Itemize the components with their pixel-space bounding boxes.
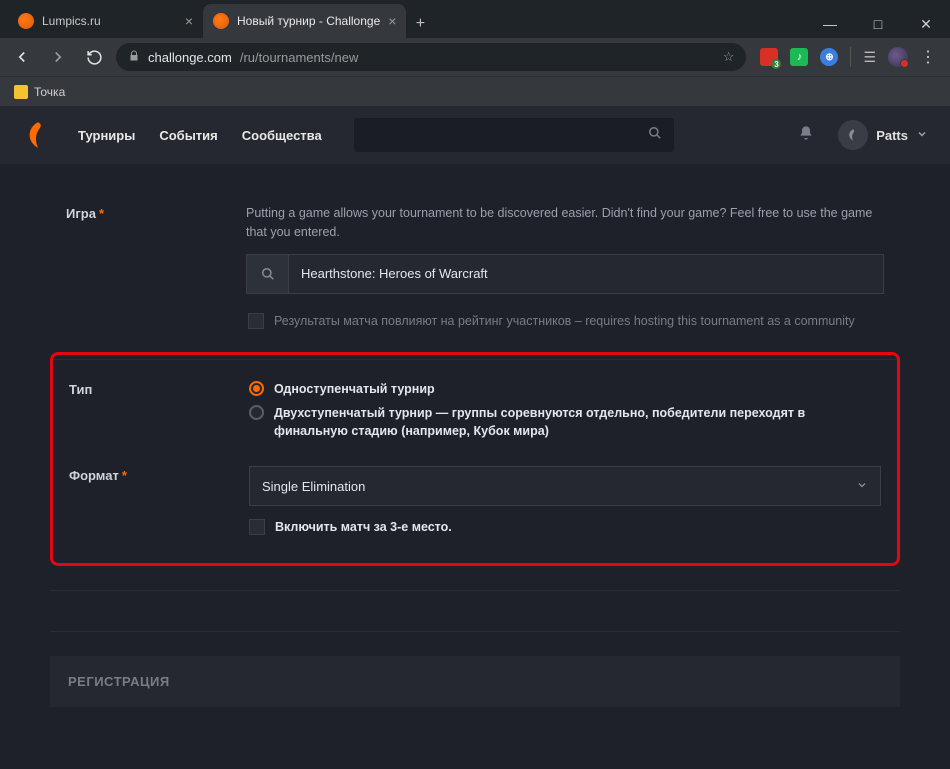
radio-two-stage[interactable]: Двухступенчатый турнир — группы соревную… bbox=[249, 404, 881, 440]
format-value: Single Elimination bbox=[262, 479, 365, 494]
section-format: Формат* Single Elimination bbox=[53, 458, 897, 555]
bookmark-item[interactable]: Точка bbox=[14, 85, 65, 99]
radio-label: Одноступенчатый турнир bbox=[274, 380, 881, 398]
reload-button[interactable] bbox=[80, 43, 108, 71]
browser-tab-strip: Lumpics.ru × Новый турнир - Challonge × … bbox=[0, 0, 950, 38]
lock-icon bbox=[128, 50, 140, 65]
ranking-checkbox-row: Результаты матча повлияют на рейтинг уча… bbox=[246, 312, 884, 330]
bookmark-label: Точка bbox=[34, 85, 65, 99]
divider bbox=[850, 47, 851, 67]
ranking-label: Результаты матча повлияют на рейтинг уча… bbox=[274, 312, 855, 330]
window-controls: — □ ✕ bbox=[816, 10, 950, 38]
section-type: Тип Одноступенчатый турнир Двухступенчат… bbox=[53, 359, 897, 458]
address-bar: challonge.com/ru/tournaments/new ☆ ♪ ⊕ ☰… bbox=[0, 38, 950, 76]
extension-green-icon[interactable]: ♪ bbox=[790, 48, 808, 66]
bookmark-icon bbox=[14, 85, 28, 99]
radio-input-checked[interactable] bbox=[249, 381, 264, 396]
kebab-menu-icon[interactable]: ⋮ bbox=[920, 47, 936, 67]
form-container: Игра* Putting a game allows your tournam… bbox=[0, 164, 950, 707]
game-input[interactable] bbox=[289, 255, 883, 293]
minimize-button[interactable]: — bbox=[816, 10, 844, 38]
label-type: Тип bbox=[69, 380, 229, 446]
nav-link-events[interactable]: События bbox=[159, 128, 217, 143]
game-search-button[interactable] bbox=[247, 255, 289, 293]
favicon-lumpics bbox=[18, 13, 34, 29]
tab-title: Lumpics.ru bbox=[42, 14, 177, 28]
extension-blue-icon[interactable]: ⊕ bbox=[820, 48, 838, 66]
section-game: Игра* Putting a game allows your tournam… bbox=[50, 184, 900, 350]
close-window-button[interactable]: ✕ bbox=[912, 10, 940, 38]
format-select[interactable]: Single Elimination bbox=[249, 466, 881, 506]
close-icon[interactable]: × bbox=[388, 13, 396, 29]
highlighted-type-format: Тип Одноступенчатый турнир Двухступенчат… bbox=[50, 352, 900, 566]
bookmarks-bar: Точка bbox=[0, 76, 950, 106]
profile-avatar-icon[interactable] bbox=[888, 47, 908, 67]
reading-list-icon[interactable]: ☰ bbox=[863, 49, 876, 66]
game-hint: Putting a game allows your tournament to… bbox=[246, 204, 884, 242]
chevron-down-icon bbox=[916, 128, 928, 143]
required-marker: * bbox=[99, 206, 104, 221]
section-divider bbox=[50, 631, 900, 632]
maximize-button[interactable]: □ bbox=[864, 10, 892, 38]
radio-label: Двухступенчатый турнир — группы соревную… bbox=[274, 404, 881, 440]
search-icon bbox=[648, 126, 662, 145]
tab-title: Новый турнир - Challonge bbox=[237, 14, 380, 28]
site-navbar: Турниры События Сообщества Patts bbox=[0, 106, 950, 164]
game-search-wrap bbox=[246, 254, 884, 294]
notification-bell-icon[interactable] bbox=[798, 125, 814, 145]
label-game: Игра* bbox=[66, 204, 226, 330]
close-icon[interactable]: × bbox=[185, 13, 193, 29]
third-place-checkbox[interactable] bbox=[249, 519, 265, 535]
registration-header[interactable]: РЕГИСТРАЦИЯ bbox=[50, 656, 900, 707]
back-button[interactable] bbox=[8, 43, 36, 71]
third-place-label: Включить матч за 3-е место. bbox=[275, 520, 452, 534]
star-icon[interactable]: ☆ bbox=[723, 49, 735, 65]
forward-button[interactable] bbox=[44, 43, 72, 71]
browser-tab-inactive[interactable]: Lumpics.ru × bbox=[8, 4, 203, 38]
radio-input-unchecked[interactable] bbox=[249, 405, 264, 420]
label-format: Формат* bbox=[69, 466, 229, 535]
extension-adblock-icon[interactable] bbox=[760, 48, 778, 66]
third-place-row: Включить матч за 3-е место. bbox=[249, 518, 881, 535]
browser-tab-active[interactable]: Новый турнир - Challonge × bbox=[203, 4, 406, 38]
page-content: Турниры События Сообщества Patts bbox=[0, 106, 950, 769]
radio-single-stage[interactable]: Одноступенчатый турнир bbox=[249, 380, 881, 398]
url-field[interactable]: challonge.com/ru/tournaments/new ☆ bbox=[116, 43, 746, 71]
challonge-logo[interactable] bbox=[22, 119, 54, 151]
required-marker: * bbox=[122, 468, 127, 483]
new-tab-button[interactable]: + bbox=[406, 10, 434, 38]
username: Patts bbox=[876, 128, 908, 143]
user-menu[interactable]: Patts bbox=[838, 120, 928, 150]
site-search[interactable] bbox=[354, 118, 674, 152]
extension-icons: ♪ ⊕ ☰ ⋮ bbox=[754, 47, 942, 67]
url-host: challonge.com bbox=[148, 50, 232, 65]
nav-link-tournaments[interactable]: Турниры bbox=[78, 128, 135, 143]
nav-link-communities[interactable]: Сообщества bbox=[242, 128, 322, 143]
favicon-challonge bbox=[213, 13, 229, 29]
avatar bbox=[838, 120, 868, 150]
chevron-down-icon bbox=[856, 479, 868, 494]
url-path: /ru/tournaments/new bbox=[240, 50, 359, 65]
ranking-checkbox[interactable] bbox=[248, 313, 264, 329]
section-divider bbox=[50, 590, 900, 591]
